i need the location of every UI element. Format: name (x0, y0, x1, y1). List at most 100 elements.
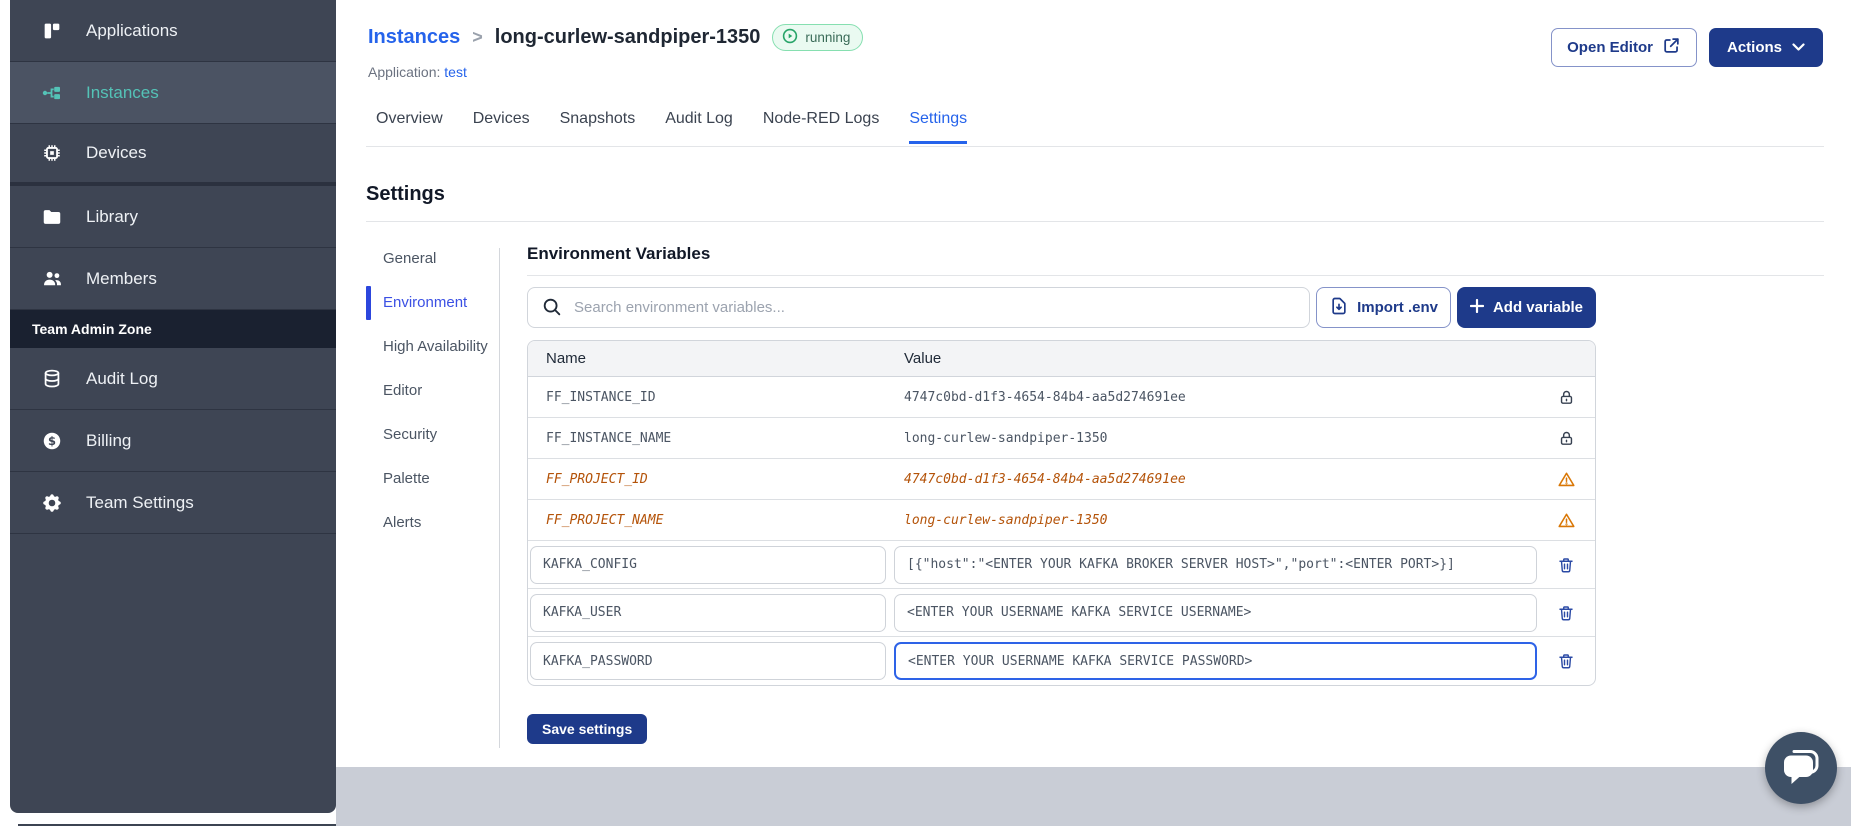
actions-label: Actions (1726, 39, 1782, 56)
settings-nav-palette[interactable]: Palette (383, 470, 495, 488)
sidebar-item-label: Applications (86, 20, 178, 40)
settings-nav-editor[interactable]: Editor (383, 382, 495, 400)
column-header-value: Value (904, 350, 942, 367)
sidebar: Applications Instances Devices Library Membe… (10, 0, 336, 813)
environment-panel: Environment Variables Import .env Add va… (527, 238, 1824, 744)
env-name-input[interactable] (530, 593, 886, 632)
plus-icon (1469, 298, 1485, 317)
save-settings-button[interactable]: Save settings (527, 714, 648, 744)
sidebar-item-billing[interactable]: $ Billing (10, 410, 336, 472)
sidebar-item-members[interactable]: Members (10, 248, 336, 310)
lock-icon (1558, 389, 1575, 406)
application-name-link[interactable]: test (444, 64, 467, 80)
lock-icon (1558, 430, 1575, 447)
env-value-input[interactable] (894, 545, 1537, 584)
settings-title-divider (366, 221, 1824, 222)
search-input[interactable] (527, 287, 1311, 328)
settings-nav-alerts[interactable]: Alerts (383, 514, 495, 532)
tab-audit-log[interactable]: Audit Log (665, 110, 733, 144)
status-badge: running (772, 24, 864, 51)
running-icon (782, 28, 798, 47)
env-var-action-cell (1537, 604, 1595, 622)
env-var-name-cell (528, 545, 891, 584)
tab-snapshots[interactable]: Snapshots (560, 110, 636, 144)
sidebar-item-instances[interactable]: Instances (10, 62, 336, 124)
env-var-action-cell (1537, 556, 1595, 574)
env-var-name-cell: FF_PROJECT_NAME (546, 512, 664, 528)
column-header-name: Name (546, 350, 587, 367)
instance-tabs: Overview Devices Snapshots Audit Log Node-RE… (376, 110, 968, 144)
env-var-action-cell (1537, 470, 1595, 489)
env-var-row (528, 637, 1595, 685)
chevron-down-icon (1792, 39, 1805, 56)
add-variable-label: Add variable (1492, 299, 1583, 316)
tab-settings[interactable]: Settings (909, 110, 968, 144)
env-var-row: FF_INSTANCE_ID 4747c0bd-d1f3-4654-84b4-aa… (528, 377, 1595, 418)
instance-name: long-curlew-sandpiper-1350 (494, 26, 761, 48)
billing-icon: $ (40, 429, 64, 453)
env-var-value-cell: long-curlew-sandpiper-1350 (904, 512, 1108, 528)
header-actions: Open Editor Actions (1551, 28, 1823, 67)
sidebar-item-label: Library (86, 206, 138, 226)
sidebar-item-label: Audit Log (86, 368, 158, 388)
external-link-icon (1662, 36, 1681, 59)
env-var-name-cell (528, 642, 891, 680)
sidebar-item-label: Billing (86, 430, 132, 450)
sidebar-item-label: Team Settings (86, 492, 194, 512)
settings-nav-divider (499, 248, 500, 748)
actions-button[interactable]: Actions (1708, 28, 1823, 67)
env-var-value-cell (891, 545, 1537, 584)
sidebar-item-applications[interactable]: Applications (10, 0, 336, 62)
env-var-name-cell (528, 593, 891, 632)
chat-launcher-button[interactable] (1765, 732, 1837, 804)
env-name-input[interactable] (530, 545, 886, 584)
tab-overview[interactable]: Overview (376, 110, 443, 144)
env-value-input[interactable] (894, 642, 1537, 680)
settings-nav-general[interactable]: General (383, 250, 495, 268)
env-var-name-cell: FF_PROJECT_ID (546, 471, 648, 487)
open-editor-label: Open Editor (1567, 39, 1653, 56)
env-var-action-cell (1537, 511, 1595, 530)
env-var-row (528, 589, 1595, 637)
import-env-button[interactable]: Import .env (1316, 287, 1451, 328)
tabs-divider (366, 146, 1824, 147)
environment-panel-title: Environment Variables (527, 244, 711, 263)
settings-page-title: Settings (366, 183, 445, 205)
env-name-input[interactable] (530, 642, 886, 680)
main-content: Instances > long-curlew-sandpiper-1350 r… (336, 0, 1851, 767)
search-wrap (527, 287, 1311, 328)
sidebar-item-library[interactable]: Library (10, 186, 336, 248)
env-table-header: Name Value (528, 341, 1595, 377)
env-var-row: FF_PROJECT_ID 4747c0bd-d1f3-4654-84b4-aa5… (528, 459, 1595, 500)
sidebar-item-label: Instances (86, 82, 159, 102)
delete-variable-button[interactable] (1557, 652, 1575, 670)
breadcrumb-instances-link[interactable]: Instances (368, 26, 460, 49)
add-variable-button[interactable]: Add variable (1456, 287, 1596, 328)
warning-icon (1557, 470, 1576, 489)
sidebar-item-devices[interactable]: Devices (10, 124, 336, 186)
sidebar-admin-items: Audit Log $ Billing Team Settings (10, 348, 336, 534)
env-value-input[interactable] (894, 593, 1537, 632)
audit-log-icon (40, 367, 64, 391)
settings-nav-high-availability[interactable]: High Availability (383, 338, 495, 356)
app-root: Applications Instances Devices Library Membe… (0, 0, 1851, 826)
settings-nav-environment[interactable]: Environment (366, 286, 495, 320)
sidebar-main-items: Applications Instances Devices Library Membe… (10, 0, 336, 310)
application-label: Application: (368, 64, 441, 80)
breadcrumb-separator: > (472, 27, 483, 47)
delete-variable-button[interactable] (1557, 556, 1575, 574)
env-var-row (528, 541, 1595, 589)
application-line: Application: test (368, 64, 467, 80)
tab-node-red-logs[interactable]: Node-RED Logs (763, 110, 880, 144)
sidebar-item-audit-log[interactable]: Audit Log (10, 348, 336, 410)
delete-variable-button[interactable] (1557, 604, 1575, 622)
sidebar-item-team-settings[interactable]: Team Settings (10, 472, 336, 534)
env-var-action-cell (1537, 430, 1595, 447)
instances-icon (40, 81, 64, 105)
env-table-body: FF_INSTANCE_ID 4747c0bd-d1f3-4654-84b4-aa… (528, 377, 1595, 685)
open-editor-button[interactable]: Open Editor (1551, 28, 1697, 67)
env-var-value-cell (891, 642, 1537, 680)
tab-devices[interactable]: Devices (473, 110, 530, 144)
environment-panel-divider (527, 275, 1824, 276)
settings-nav-security[interactable]: Security (383, 426, 495, 444)
